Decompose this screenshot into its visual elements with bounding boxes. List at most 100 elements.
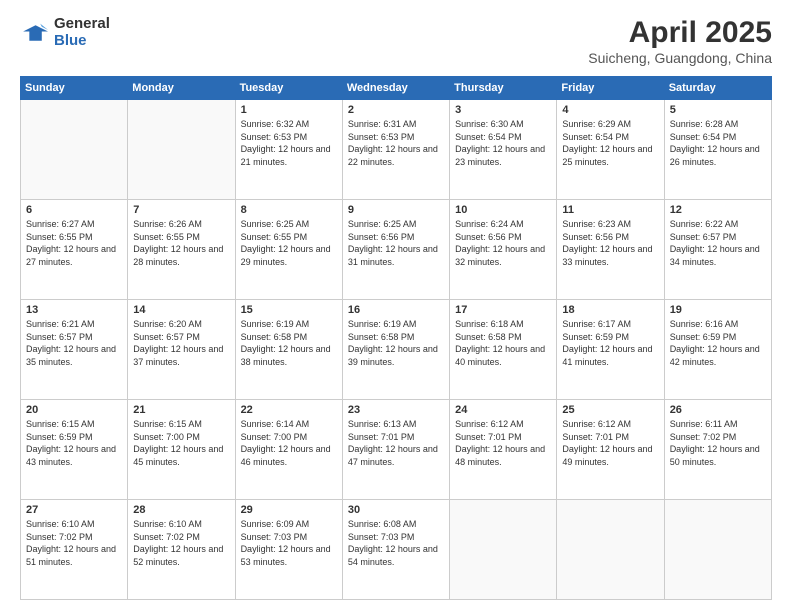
day-number: 28 [133, 504, 229, 516]
col-wednesday: Wednesday [342, 77, 449, 100]
day-number: 17 [455, 304, 551, 316]
day-info: Sunrise: 6:23 AMSunset: 6:56 PMDaylight:… [562, 218, 658, 268]
day-number: 27 [26, 504, 122, 516]
logo-general-text: General [54, 16, 110, 33]
col-monday: Monday [128, 77, 235, 100]
logo: General Blue [20, 16, 110, 49]
day-number: 21 [133, 404, 229, 416]
day-info: Sunrise: 6:13 AMSunset: 7:01 PMDaylight:… [348, 418, 444, 468]
calendar-cell: 26Sunrise: 6:11 AMSunset: 7:02 PMDayligh… [664, 400, 771, 500]
calendar-cell: 15 Sunrise: 6:19 AMSunset: 6:58 PMDayligh… [235, 300, 342, 400]
calendar-cell: 17 Sunrise: 6:18 AMSunset: 6:58 PMDayligh… [450, 300, 557, 400]
day-info: Sunrise: 6:10 AMSunset: 7:02 PMDaylight:… [133, 518, 229, 568]
day-number: 12 [670, 204, 766, 216]
calendar-cell: 23 Sunrise: 6:13 AMSunset: 7:01 PMDayligh… [342, 400, 449, 500]
logo-blue-text: Blue [54, 33, 110, 50]
day-info: Sunrise: 6:26 AMSunset: 6:55 PMDaylight:… [133, 218, 229, 268]
day-info: Sunrise: 6:14 AMSunset: 7:00 PMDaylight:… [241, 418, 337, 468]
day-number: 30 [348, 504, 444, 516]
day-number: 10 [455, 204, 551, 216]
calendar-week-1: 1 Sunrise: 6:32 AMSunset: 6:53 PMDaylight… [21, 100, 772, 200]
calendar-cell: 5Sunrise: 6:28 AMSunset: 6:54 PMDaylight… [664, 100, 771, 200]
calendar-cell [450, 500, 557, 600]
day-info: Sunrise: 6:10 AMSunset: 7:02 PMDaylight:… [26, 518, 122, 568]
day-number: 6 [26, 204, 122, 216]
calendar-cell: 8 Sunrise: 6:25 AMSunset: 6:55 PMDaylight… [235, 200, 342, 300]
day-info: Sunrise: 6:32 AMSunset: 6:53 PMDaylight:… [241, 118, 337, 168]
calendar-cell: 18 Sunrise: 6:17 AMSunset: 6:59 PMDayligh… [557, 300, 664, 400]
calendar-cell: 21 Sunrise: 6:15 AMSunset: 7:00 PMDayligh… [128, 400, 235, 500]
calendar-cell: 7Sunrise: 6:26 AMSunset: 6:55 PMDaylight… [128, 200, 235, 300]
calendar-cell: 28 Sunrise: 6:10 AMSunset: 7:02 PMDayligh… [128, 500, 235, 600]
subtitle: Suicheng, Guangdong, China [588, 50, 772, 66]
calendar-cell: 24Sunrise: 6:12 AMSunset: 7:01 PMDayligh… [450, 400, 557, 500]
title-block: April 2025 Suicheng, Guangdong, China [588, 16, 772, 66]
calendar-cell: 20 Sunrise: 6:15 AMSunset: 6:59 PMDayligh… [21, 400, 128, 500]
day-info: Sunrise: 6:31 AMSunset: 6:53 PMDaylight:… [348, 118, 444, 168]
day-number: 5 [670, 104, 766, 116]
header: General Blue April 2025 Suicheng, Guangd… [20, 16, 772, 66]
calendar-week-4: 20 Sunrise: 6:15 AMSunset: 6:59 PMDayligh… [21, 400, 772, 500]
day-info: Sunrise: 6:12 AMSunset: 7:01 PMDaylight:… [562, 418, 658, 468]
day-number: 2 [348, 104, 444, 116]
calendar-cell: 2 Sunrise: 6:31 AMSunset: 6:53 PMDaylight… [342, 100, 449, 200]
day-info: Sunrise: 6:29 AMSunset: 6:54 PMDaylight:… [562, 118, 658, 168]
day-info: Sunrise: 6:24 AMSunset: 6:56 PMDaylight:… [455, 218, 551, 268]
calendar-cell: 19 Sunrise: 6:16 AMSunset: 6:59 PMDayligh… [664, 300, 771, 400]
day-info: Sunrise: 6:16 AMSunset: 6:59 PMDaylight:… [670, 318, 766, 368]
day-number: 24 [455, 404, 551, 416]
calendar-cell: 27 Sunrise: 6:10 AMSunset: 7:02 PMDayligh… [21, 500, 128, 600]
day-info: Sunrise: 6:25 AMSunset: 6:56 PMDaylight:… [348, 218, 444, 268]
day-number: 4 [562, 104, 658, 116]
day-info: Sunrise: 6:22 AMSunset: 6:57 PMDaylight:… [670, 218, 766, 268]
day-info: Sunrise: 6:19 AMSunset: 6:58 PMDaylight:… [241, 318, 337, 368]
day-number: 20 [26, 404, 122, 416]
calendar-cell: 13Sunrise: 6:21 AMSunset: 6:57 PMDayligh… [21, 300, 128, 400]
day-info: Sunrise: 6:08 AMSunset: 7:03 PMDaylight:… [348, 518, 444, 568]
calendar-cell: 9 Sunrise: 6:25 AMSunset: 6:56 PMDaylight… [342, 200, 449, 300]
day-number: 11 [562, 204, 658, 216]
day-number: 25 [562, 404, 658, 416]
calendar-cell: 22Sunrise: 6:14 AMSunset: 7:00 PMDayligh… [235, 400, 342, 500]
day-info: Sunrise: 6:17 AMSunset: 6:59 PMDaylight:… [562, 318, 658, 368]
day-info: Sunrise: 6:18 AMSunset: 6:58 PMDaylight:… [455, 318, 551, 368]
calendar-week-2: 6 Sunrise: 6:27 AMSunset: 6:55 PMDaylight… [21, 200, 772, 300]
calendar-cell [128, 100, 235, 200]
day-number: 18 [562, 304, 658, 316]
day-number: 9 [348, 204, 444, 216]
day-number: 29 [241, 504, 337, 516]
day-number: 8 [241, 204, 337, 216]
day-number: 19 [670, 304, 766, 316]
day-info: Sunrise: 6:15 AMSunset: 6:59 PMDaylight:… [26, 418, 122, 468]
calendar-cell: 25 Sunrise: 6:12 AMSunset: 7:01 PMDayligh… [557, 400, 664, 500]
calendar-cell [664, 500, 771, 600]
calendar-cell: 16Sunrise: 6:19 AMSunset: 6:58 PMDayligh… [342, 300, 449, 400]
day-info: Sunrise: 6:09 AMSunset: 7:03 PMDaylight:… [241, 518, 337, 568]
day-info: Sunrise: 6:15 AMSunset: 7:00 PMDaylight:… [133, 418, 229, 468]
calendar-cell: 30 Sunrise: 6:08 AMSunset: 7:03 PMDayligh… [342, 500, 449, 600]
day-info: Sunrise: 6:30 AMSunset: 6:54 PMDaylight:… [455, 118, 551, 168]
calendar-cell: 10 Sunrise: 6:24 AMSunset: 6:56 PMDayligh… [450, 200, 557, 300]
day-number: 1 [241, 104, 337, 116]
day-info: Sunrise: 6:27 AMSunset: 6:55 PMDaylight:… [26, 218, 122, 268]
day-info: Sunrise: 6:19 AMSunset: 6:58 PMDaylight:… [348, 318, 444, 368]
calendar-cell: 12 Sunrise: 6:22 AMSunset: 6:57 PMDayligh… [664, 200, 771, 300]
day-number: 15 [241, 304, 337, 316]
calendar-cell: 14Sunrise: 6:20 AMSunset: 6:57 PMDayligh… [128, 300, 235, 400]
day-info: Sunrise: 6:25 AMSunset: 6:55 PMDaylight:… [241, 218, 337, 268]
calendar-cell: 11 Sunrise: 6:23 AMSunset: 6:56 PMDayligh… [557, 200, 664, 300]
day-info: Sunrise: 6:20 AMSunset: 6:57 PMDaylight:… [133, 318, 229, 368]
day-number: 23 [348, 404, 444, 416]
calendar-header-row: Sunday Monday Tuesday Wednesday Thursday… [21, 77, 772, 100]
col-sunday: Sunday [21, 77, 128, 100]
calendar-cell [21, 100, 128, 200]
col-saturday: Saturday [664, 77, 771, 100]
calendar-cell: 29 Sunrise: 6:09 AMSunset: 7:03 PMDayligh… [235, 500, 342, 600]
calendar-cell: 3Sunrise: 6:30 AMSunset: 6:54 PMDaylight… [450, 100, 557, 200]
calendar-cell: 6 Sunrise: 6:27 AMSunset: 6:55 PMDaylight… [21, 200, 128, 300]
col-friday: Friday [557, 77, 664, 100]
day-info: Sunrise: 6:21 AMSunset: 6:57 PMDaylight:… [26, 318, 122, 368]
day-number: 26 [670, 404, 766, 416]
col-thursday: Thursday [450, 77, 557, 100]
col-tuesday: Tuesday [235, 77, 342, 100]
